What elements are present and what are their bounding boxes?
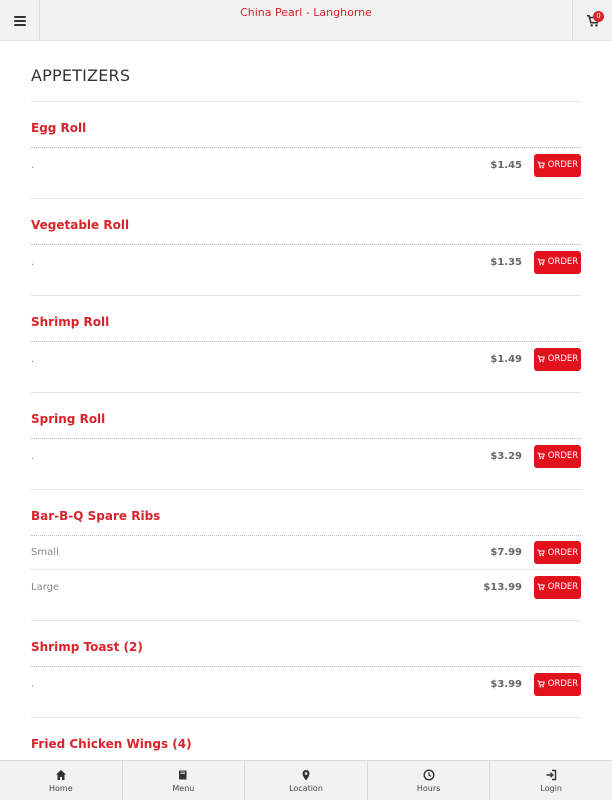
size-label: . (31, 678, 35, 690)
price-row: . $3.29 ORDER (31, 439, 581, 473)
nav-home-label: Home (48, 783, 73, 793)
nav-menu-label: Menu (172, 783, 195, 793)
order-button-label: ORDER (547, 679, 579, 689)
order-button[interactable]: ORDER (534, 575, 581, 599)
order-button-label: ORDER (547, 160, 579, 170)
menu-content: APPETIZERS Egg Roll. $1.45 ORDER Vegetable … (31, 41, 581, 760)
price-row: . $1.49 ORDER (31, 342, 581, 376)
order-button[interactable]: ORDER (534, 541, 581, 564)
menu-item: Shrimp Roll. $1.49 ORDER (31, 296, 581, 393)
cart-icon (537, 258, 545, 266)
item-price: $1.49 (490, 353, 522, 365)
item-price: $7.99 (490, 547, 522, 558)
cart-button[interactable]: 0 (572, 0, 612, 41)
cart-icon (537, 549, 545, 556)
menu-item-name: Spring Roll (31, 393, 581, 439)
bottom-nav: Home Menu Location Hours Login (0, 760, 612, 800)
size-label: . (31, 450, 35, 462)
login-icon (546, 769, 557, 780)
menu-item: Fried Chicken Wings (4) (31, 718, 581, 760)
cart-icon (537, 355, 545, 363)
order-button-label: ORDER (547, 354, 579, 364)
cart-icon (537, 583, 545, 591)
order-button[interactable]: ORDER (534, 153, 581, 177)
menu-items-list: Egg Roll. $1.45 ORDER Vegetable Roll. $1.35 O… (31, 102, 581, 760)
order-button-label: ORDER (547, 257, 579, 267)
order-button-label: ORDER (547, 451, 579, 461)
clock-icon (423, 768, 435, 781)
nav-menu[interactable]: Menu (123, 761, 246, 800)
menu-item-name: Vegetable Roll (31, 199, 581, 245)
cart-icon (537, 452, 545, 460)
price-row: Small $7.99 ORDER (31, 536, 581, 570)
price-row: . $1.45 ORDER (31, 148, 581, 182)
nav-hours[interactable]: Hours (368, 761, 491, 800)
size-label: . (31, 353, 35, 365)
book-icon (179, 770, 187, 779)
price-row: . $3.99 ORDER (31, 667, 581, 701)
price-row: . $1.35 ORDER (31, 245, 581, 279)
order-button[interactable]: ORDER (534, 347, 581, 371)
item-price: $3.29 (490, 450, 522, 462)
map-pin-icon (302, 769, 310, 780)
order-button[interactable]: ORDER (534, 672, 581, 696)
menu-item-name: Shrimp Roll (31, 296, 581, 342)
price-row: Large $13.99 ORDER (31, 570, 581, 604)
nav-home[interactable]: Home (0, 761, 123, 800)
nav-hours-label: Hours (416, 783, 441, 793)
item-price: $13.99 (483, 581, 522, 593)
size-label: Small (31, 547, 59, 558)
home-icon (55, 769, 66, 780)
item-price: $1.45 (490, 159, 522, 171)
menu-item-name: Egg Roll (31, 102, 581, 148)
menu-item: Bar-B-Q Spare Ribs Small $7.99 ORDER Large $1… (31, 490, 581, 621)
page-title: China Pearl - Langhorne (240, 6, 372, 19)
menu-item: Vegetable Roll. $1.35 ORDER (31, 199, 581, 296)
menu-item-name: Fried Chicken Wings (4) (31, 718, 581, 760)
item-price: $1.35 (490, 256, 522, 268)
top-header: China Pearl - Langhorne 0 (0, 0, 612, 41)
menu-item-name: Shrimp Toast (2) (31, 621, 581, 667)
order-button[interactable]: ORDER (534, 444, 581, 468)
cart-icon (537, 680, 545, 688)
item-price: $3.99 (490, 678, 522, 690)
menu-item-name: Bar-B-Q Spare Ribs (31, 490, 581, 536)
nav-login-label: Login (540, 783, 562, 793)
size-label: . (31, 159, 35, 171)
nav-location[interactable]: Location (245, 761, 368, 800)
order-button[interactable]: ORDER (534, 250, 581, 274)
order-button-label: ORDER (547, 582, 579, 592)
nav-login[interactable]: Login (490, 761, 612, 800)
cart-icon (537, 161, 545, 169)
size-label: . (31, 256, 35, 268)
menu-item: Spring Roll. $3.29 ORDER (31, 393, 581, 490)
cart-count-badge: 0 (593, 11, 604, 22)
order-button-label: ORDER (547, 547, 579, 558)
size-label: Large (31, 581, 60, 593)
section-title: APPETIZERS (31, 66, 581, 102)
menu-item: Egg Roll. $1.45 ORDER (31, 102, 581, 199)
nav-location-label: Location (289, 783, 323, 793)
menu-item: Shrimp Toast (2). $3.99 ORDER (31, 621, 581, 718)
